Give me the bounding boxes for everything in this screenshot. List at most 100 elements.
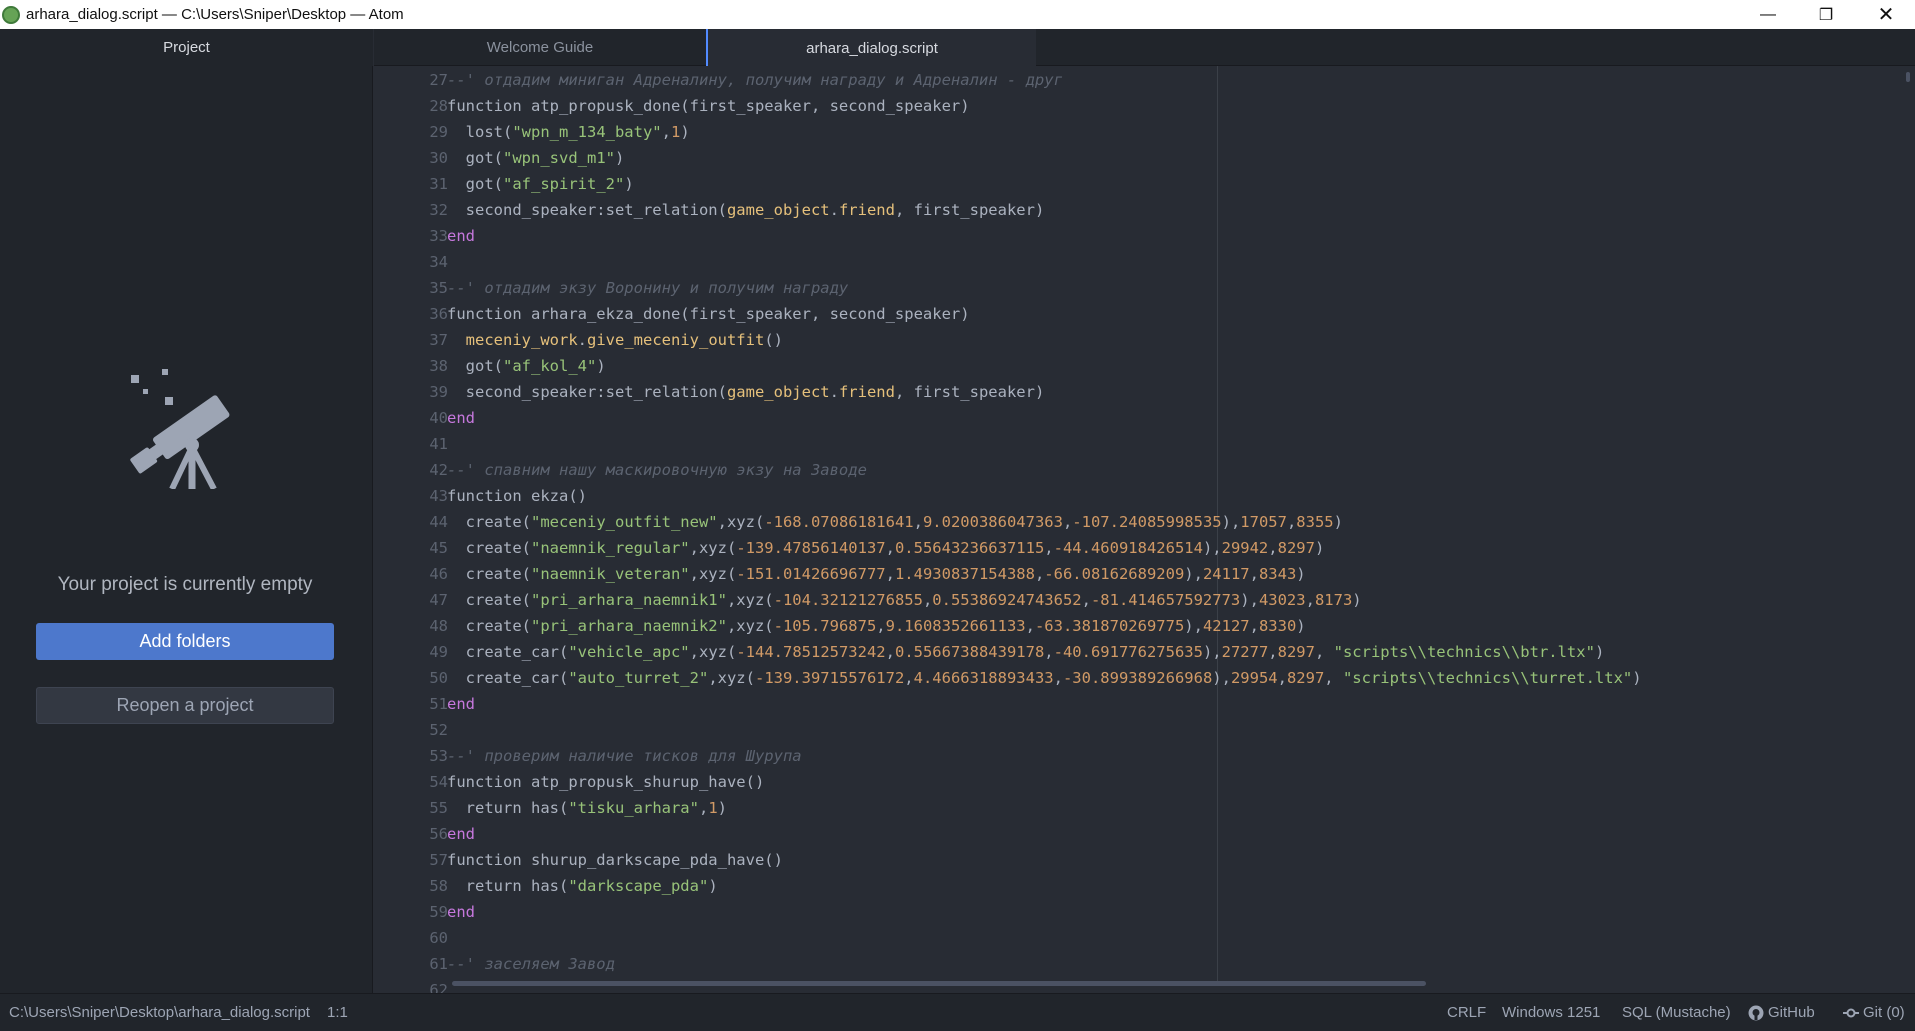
status-encoding[interactable]: Windows 1251 [1502,1004,1600,1021]
code-line[interactable]: return has("darkscape_pda") [447,873,718,899]
project-tab[interactable]: Project [0,29,373,66]
code-token: 8297 [1277,539,1315,557]
code-token: 8297 [1277,643,1315,661]
code-line[interactable]: create("naemnik_regular",xyz(-139.478561… [447,535,1325,561]
code-line[interactable]: end [447,899,475,925]
code-token: 1 [708,799,718,817]
code-token: ) [680,123,690,141]
code-token: ,xyz( [689,539,737,557]
tab-arhara-dialog-script[interactable]: arhara_dialog.script [706,29,1036,67]
add-folders-button[interactable]: Add folders [36,623,334,660]
code-line[interactable]: create("meceniy_outfit_new",xyz(-168.070… [447,509,1343,535]
code-token: , [1249,617,1259,635]
code-token: , [661,123,671,141]
code-token: , [698,799,709,817]
code-line[interactable]: end [447,691,475,717]
line-number: 60 [429,929,448,947]
code-token: 9.1608352661133 [885,617,1026,635]
code-line[interactable]: --' заселяем Завод [447,951,615,977]
code-line[interactable]: end [447,405,475,431]
code-line[interactable]: lost("wpn_m_134_baty",1) [447,119,690,145]
code-token: 24117 [1202,565,1250,583]
tab-welcome-guide[interactable]: Welcome Guide [374,29,706,66]
github-label: GitHub [1768,1004,1815,1021]
github-status[interactable]: GitHub [1748,1004,1815,1021]
code-line[interactable]: create("naemnik_veteran",xyz(-151.014266… [447,561,1306,587]
code-line[interactable]: meceniy_work.give_meceniy_outfit() [447,327,783,353]
code-token: 9.0200386047363 [922,513,1063,531]
code-token: function atp_propusk_shurup_have() [447,773,765,791]
code-token: 0.55667388439178 [894,643,1045,661]
code-token: 0.55386924743652 [932,591,1082,609]
code-token: -168.07086181641 [764,513,914,531]
code-line[interactable]: end [447,821,475,847]
code-token: function shurup_darkscape_pda_have() [447,851,783,869]
code-line[interactable]: got("af_spirit_2") [447,171,634,197]
code-token: , [1025,617,1035,635]
code-line[interactable]: got("af_kol_4") [447,353,606,379]
code-line[interactable]: create("pri_arhara_naemnik1",xyz(-104.32… [447,587,1362,613]
code-line[interactable]: --' спавним нашу маскировочную экзу на З… [447,457,867,483]
code-line[interactable]: second_speaker:set_relation(game_object.… [447,197,1045,223]
code-token: , [1305,591,1315,609]
status-cursor-position[interactable]: 1:1 [327,1004,348,1021]
code-line[interactable]: end [447,223,475,249]
code-line[interactable]: create_car("vehicle_apc",xyz(-144.785125… [447,639,1605,665]
line-number: 53 [429,747,448,765]
maximize-button[interactable]: ❐ [1797,0,1855,29]
code-token: 8297 [1286,669,1325,687]
line-number: 28 [429,97,448,115]
line-number: 55 [429,799,448,817]
git-status[interactable]: Git (0) [1843,1004,1905,1021]
code-token: friend [838,383,895,401]
code-token: 29954 [1230,669,1278,687]
code-token: ) [1594,643,1605,661]
code-token: ,xyz( [708,669,755,687]
code-lines[interactable]: --' отдадим миниган Адреналину, получим … [447,66,1887,993]
code-line[interactable]: --' отдадим экзу Воронину и получим нагр… [447,275,848,301]
telescope-icon [130,369,230,489]
horizontal-scrollbar[interactable] [452,981,1426,986]
code-line[interactable]: create_car("auto_turret_2",xyz(-139.3971… [447,665,1642,691]
code-token: function atp_propusk_done(first_speaker,… [447,97,970,115]
code-line[interactable]: got("wpn_svd_m1") [447,145,625,171]
code-token: 1 [670,123,681,141]
code-line[interactable]: function shurup_darkscape_pda_have() [447,847,783,873]
code-token: -107.24085998535 [1072,513,1222,531]
code-line[interactable]: --' проверим наличие тисков для Шурупа [447,743,802,769]
code-line[interactable]: function ekza() [447,483,587,509]
code-token: "pri_arhara_naemnik2" [531,617,727,635]
code-token: got( [447,149,503,167]
code-token: create_car( [447,643,569,661]
status-grammar[interactable]: SQL (Mustache) [1622,1004,1731,1021]
code-line[interactable]: second_speaker:set_relation(game_object.… [447,379,1045,405]
line-number: 41 [429,435,448,453]
code-line[interactable]: function arhara_ekza_done(first_speaker,… [447,301,970,327]
code-line[interactable]: --' отдадим миниган Адреналину, получим … [447,67,1063,93]
code-token: "pri_arhara_naemnik1" [531,591,727,609]
reopen-project-button[interactable]: Reopen a project [36,687,334,724]
code-token: , [1081,591,1091,609]
code-line[interactable]: function atp_propusk_done(first_speaker,… [447,93,970,119]
code-editor[interactable]: 27 28 29 30 31 32 33 34 35 36 37 38 39 40 41 42 43 44 45 46… [374,66,1915,993]
project-panel: Project Your project is currently empty … [0,29,373,993]
vertical-scrollbar[interactable] [1906,72,1910,82]
code-token: "wpn_svd_m1" [503,149,615,167]
code-token: , first_speaker) [894,383,1045,401]
code-token: "naemnik_veteran" [531,565,690,583]
status-file-path[interactable]: C:\Users\Sniper\Desktop\arhara_dialog.sc… [9,1004,310,1021]
code-line[interactable]: function atp_propusk_shurup_have() [447,769,764,795]
code-token: , [922,591,933,609]
line-number: 44 [429,513,448,531]
status-line-ending[interactable]: CRLF [1447,1004,1486,1021]
line-number: 30 [429,149,448,167]
code-token: . [829,201,839,219]
code-token: -104.32121276855 [773,591,923,609]
close-button[interactable]: ✕ [1857,0,1915,29]
code-token: ) [1333,513,1343,531]
code-token: -81.414657592773 [1090,591,1241,609]
code-line[interactable]: create("pri_arhara_naemnik2",xyz(-105.79… [447,613,1306,639]
minimize-button[interactable]: — [1739,0,1797,29]
code-line[interactable]: return has("tisku_arhara",1) [447,795,727,821]
